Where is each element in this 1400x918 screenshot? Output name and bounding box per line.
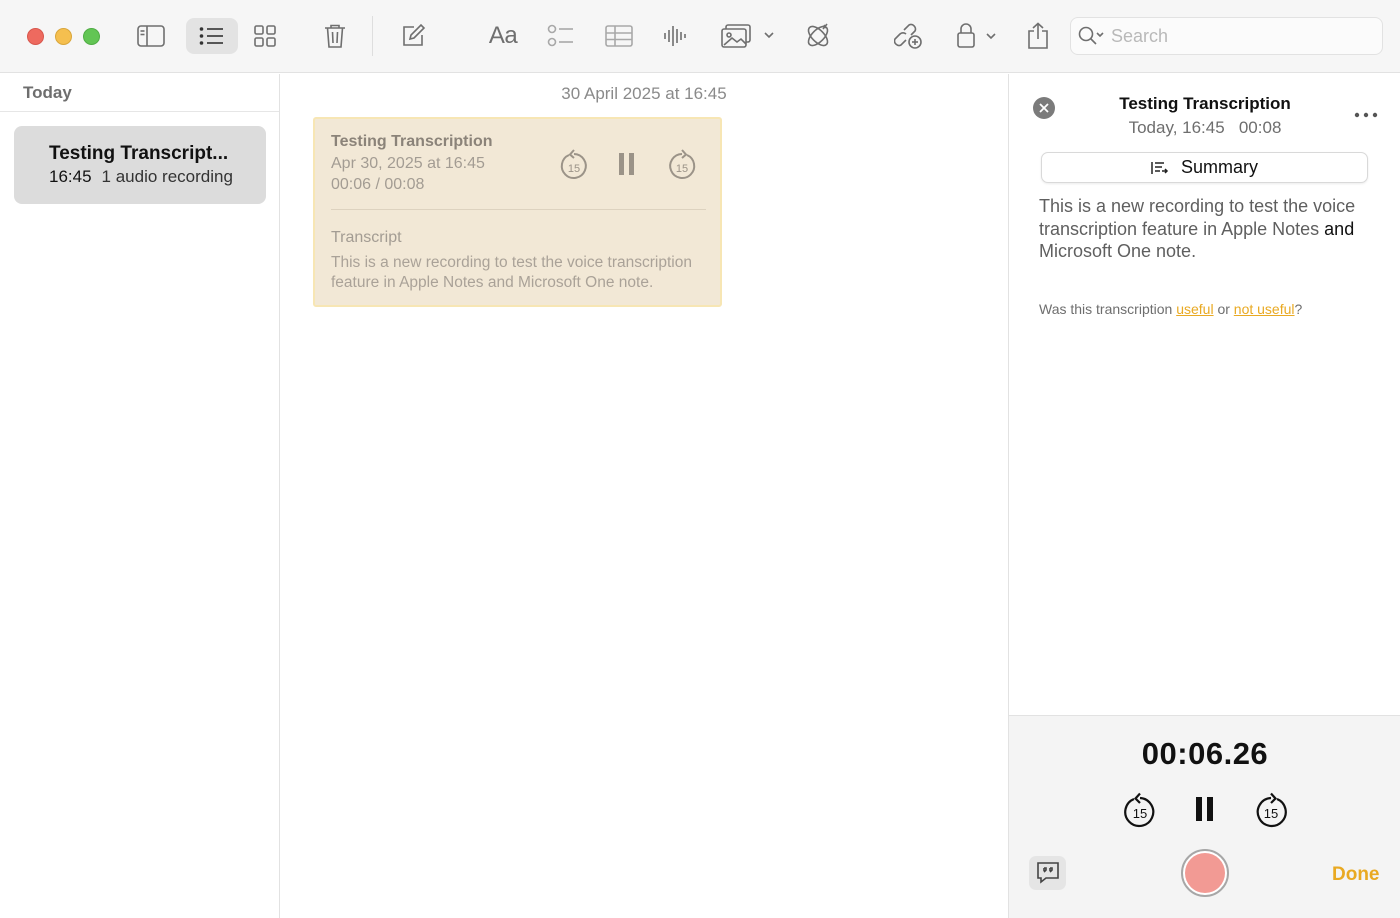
media-icon[interactable] — [716, 18, 778, 54]
note-editor[interactable]: 30 April 2025 at 16:45 Testing Transcrip… — [281, 74, 1007, 918]
pause-button[interactable] — [617, 152, 637, 181]
note-list-item[interactable]: Testing Transcript... 16:45 1 audio recor… — [14, 126, 266, 204]
player-skip-forward-15-button[interactable]: 15 — [1254, 792, 1288, 833]
svg-text:15: 15 — [568, 163, 580, 175]
lock-icon[interactable] — [948, 18, 1000, 54]
recording-progress: 00:06 / 00:08 — [331, 176, 425, 193]
list-view-icon[interactable] — [186, 18, 238, 54]
svg-text:15: 15 — [676, 163, 688, 175]
skip-forward-15-button[interactable]: 15 — [667, 149, 697, 186]
quote-bubble-icon — [1036, 862, 1059, 884]
skip-forward-icon: 15 — [1256, 792, 1287, 828]
skip-forward-icon: 15 — [669, 149, 696, 179]
feedback-or: or — [1213, 301, 1234, 317]
panel-subtitle: Today, 16:45 00:08 — [1128, 118, 1282, 137]
feedback-prompt: Was this transcription useful or not use… — [1039, 301, 1302, 317]
summary-icon — [1151, 161, 1169, 174]
transcript-highlighted-word: and — [1324, 218, 1355, 239]
player-skip-back-15-button[interactable]: 15 — [1123, 792, 1157, 833]
transcript-preview: This is a new recording to test the voic… — [331, 254, 692, 291]
skip-back-icon: 15 — [1124, 792, 1155, 828]
recording-title: Testing Transcription — [331, 133, 493, 150]
note-title: Testing Transcript... — [49, 143, 229, 164]
done-button[interactable]: Done — [1332, 864, 1380, 886]
summary-button[interactable]: Summary — [1041, 152, 1368, 183]
recording-date: Apr 30, 2025 at 16:45 — [331, 155, 485, 172]
search-icon — [1078, 26, 1104, 45]
notes-list: Today Testing Transcript... 16:45 1 audio… — [0, 74, 280, 918]
gallery-view-icon[interactable] — [244, 18, 286, 54]
pause-icon — [1196, 797, 1213, 821]
audio-recording-card[interactable]: Testing Transcription Apr 30, 2025 at 16… — [313, 117, 722, 307]
player-controls: 00:06.26 15 15 Done — [1009, 715, 1400, 918]
transcript-part-2: Microsoft One note. — [1039, 241, 1197, 261]
summary-label: Summary — [1180, 157, 1258, 177]
note-date-header: 30 April 2025 at 16:45 — [561, 84, 727, 103]
audio-waveform-icon[interactable] — [656, 18, 694, 54]
svg-text:15: 15 — [1264, 806, 1278, 821]
pause-icon — [619, 153, 634, 175]
record-icon — [1185, 853, 1225, 893]
svg-text:15: 15 — [1133, 806, 1147, 821]
search-input[interactable] — [1111, 25, 1371, 47]
feedback-useful-link[interactable]: useful — [1176, 301, 1213, 317]
sidebar-icon[interactable] — [130, 18, 172, 54]
feedback-prefix: Was this transcription — [1039, 301, 1177, 317]
search-field[interactable] — [1070, 17, 1383, 55]
apple-intelligence-icon[interactable] — [798, 18, 838, 54]
transcript-label: Transcript — [331, 229, 402, 246]
skip-back-icon: 15 — [560, 149, 587, 179]
format-text-icon[interactable]: Aa — [480, 18, 526, 54]
zoom-window-button[interactable] — [83, 28, 100, 45]
share-icon[interactable] — [1018, 18, 1058, 54]
more-options-icon[interactable] — [1354, 105, 1378, 123]
toolbar: Aa — [0, 0, 1400, 73]
compose-icon[interactable] — [392, 18, 434, 54]
section-header-today: Today — [0, 74, 279, 112]
transcript-text: This is a new recording to test the voic… — [1039, 195, 1379, 263]
note-time: 16:45 — [49, 167, 92, 186]
collaborate-icon[interactable] — [888, 18, 930, 54]
notes-window: Aa Today — [0, 0, 1400, 918]
toolbar-divider — [372, 16, 373, 56]
playback-timer: 00:06.26 — [1141, 736, 1269, 771]
table-icon[interactable] — [600, 18, 638, 54]
panel-title: Testing Transcription — [1119, 94, 1291, 113]
transcript-part-1: This is a new recording to test the voic… — [1039, 196, 1356, 239]
note-meta: 16:45 1 audio recording — [49, 167, 239, 187]
feedback-not-useful-link[interactable]: not useful — [1234, 301, 1295, 317]
card-divider — [331, 209, 706, 210]
close-window-button[interactable] — [27, 28, 44, 45]
trash-icon[interactable] — [314, 18, 356, 54]
minimize-window-button[interactable] — [55, 28, 72, 45]
transcript-toggle-button[interactable] — [1029, 856, 1066, 890]
checklist-icon[interactable] — [542, 18, 580, 54]
record-button[interactable] — [1181, 849, 1229, 897]
transcription-panel: Testing Transcription Today, 16:45 00:08… — [1008, 74, 1400, 918]
note-preview: 1 audio recording — [101, 167, 233, 186]
player-pause-button[interactable] — [1195, 796, 1215, 827]
feedback-suffix: ? — [1294, 301, 1303, 317]
skip-back-15-button[interactable]: 15 — [559, 149, 589, 186]
